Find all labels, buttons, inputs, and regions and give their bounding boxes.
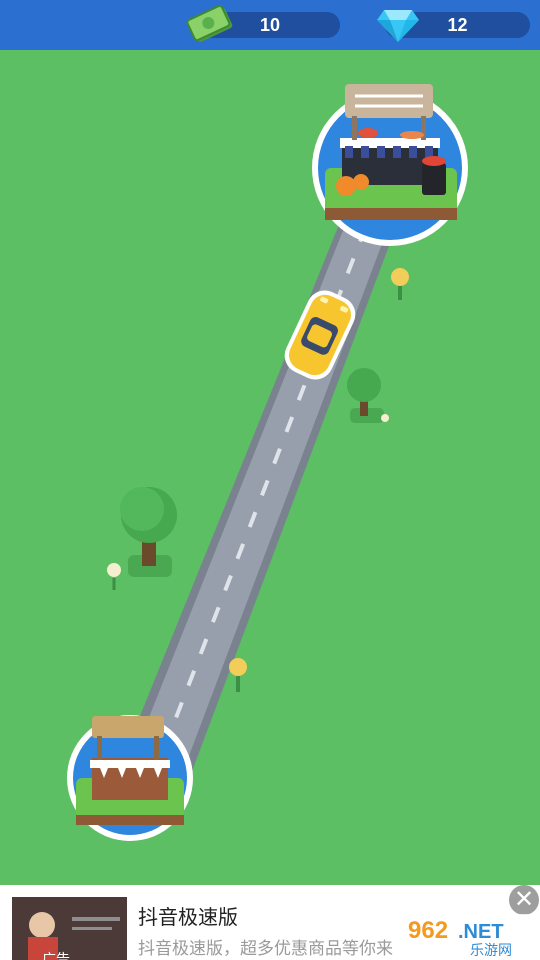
flower	[381, 414, 389, 422]
top-bar: 10 12	[0, 0, 540, 50]
cash-bills-icon	[186, 5, 233, 42]
ad-tag: 广告	[42, 951, 70, 960]
svg-text:.NET: .NET	[458, 921, 504, 943]
ad-subtitle: 抖音极速版，超多优惠商品等你来	[138, 939, 393, 958]
game-scene[interactable]	[0, 50, 540, 885]
svg-text:乐游网: 乐游网	[470, 942, 512, 958]
svg-text:962: 962	[408, 917, 448, 944]
ad-thumbnail[interactable]: 广告	[12, 897, 127, 960]
diamond-icon	[377, 10, 419, 42]
watermark-logo: 962 .NET 乐游网	[402, 914, 538, 958]
wooden-market-stall[interactable]	[67, 715, 193, 841]
ad-title: 抖音极速版	[138, 907, 238, 929]
